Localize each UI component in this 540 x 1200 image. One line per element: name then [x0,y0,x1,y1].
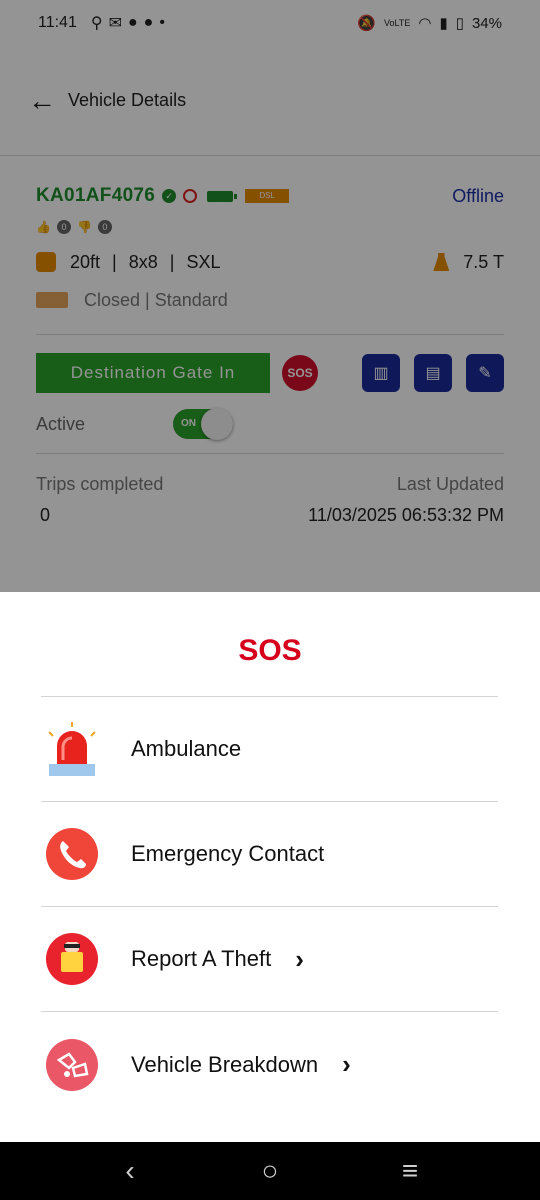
sheet-title: SOS [238,634,302,667]
nav-back-icon[interactable]: ‹ [100,1155,160,1187]
nav-home-icon[interactable]: ○ [240,1155,300,1187]
thief-icon [43,930,101,988]
sos-option-label: Report A Theft [131,946,272,971]
sos-bottom-sheet: SOS Ambulance Emergency Contact Report A… [0,592,540,1142]
sos-option-label: Ambulance [131,736,242,761]
chevron-right-icon: › [295,943,304,974]
phone-icon [43,825,101,883]
breakdown-icon [43,1036,101,1094]
siren-icon [43,720,101,778]
sos-option-ambulance[interactable]: Ambulance [41,697,498,802]
sos-options-list: Ambulance Emergency Contact Report A The… [41,696,498,1117]
modal-backdrop[interactable] [0,0,540,592]
sos-option-label: Vehicle Breakdown [131,1051,319,1077]
sos-option-emergency-contact[interactable]: Emergency Contact [41,802,498,907]
chevron-right-icon: › [342,1049,351,1079]
sos-option-vehicle-breakdown[interactable]: Vehicle Breakdown › [41,1012,498,1117]
nav-recents-icon[interactable]: ≡ [380,1155,440,1187]
system-nav-bar: ‹ ○ ≡ [0,1142,540,1200]
sos-option-report-theft[interactable]: Report A Theft › [41,907,498,1012]
sos-option-label: Emergency Contact [131,841,325,866]
